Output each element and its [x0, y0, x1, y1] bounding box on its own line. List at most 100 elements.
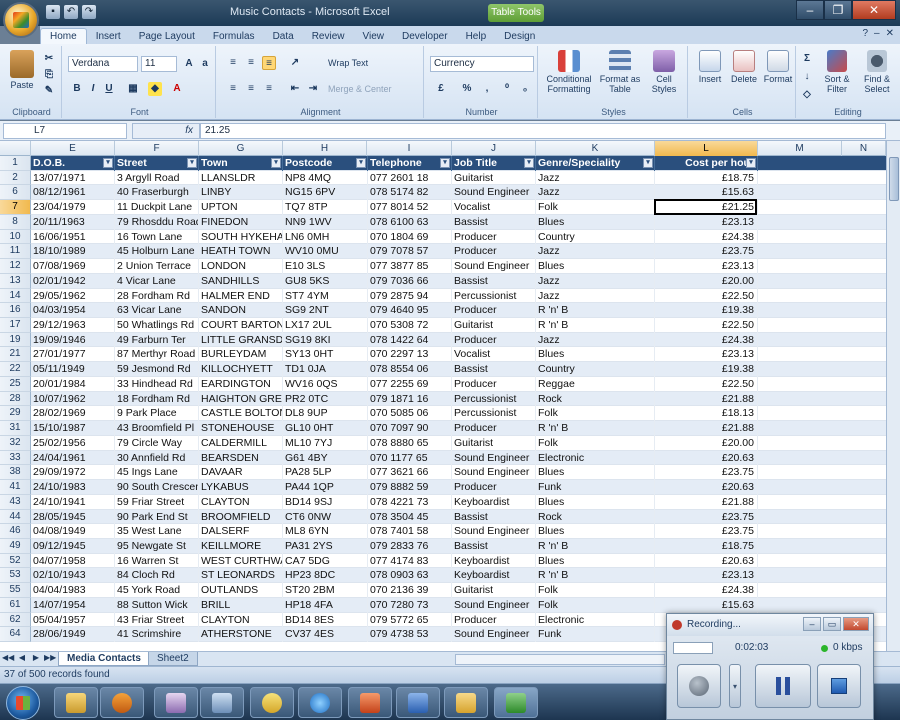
table-cell[interactable]: £23.75 — [655, 509, 758, 525]
fx-icon[interactable]: fx — [132, 123, 200, 139]
table-cell[interactable]: 077 2255 69 — [368, 376, 452, 392]
row-header[interactable]: 46 — [0, 524, 31, 539]
sheet-tab-media-contacts[interactable]: Media Contacts — [58, 652, 150, 666]
currency-format-button[interactable]: £ — [434, 82, 448, 96]
table-cell[interactable]: 24/10/1941 — [31, 494, 115, 510]
table-cell[interactable]: £23.75 — [655, 524, 758, 539]
filter-dropdown-icon[interactable]: ▾ — [271, 158, 281, 168]
row-header[interactable]: 22 — [0, 362, 31, 377]
table-cell[interactable]: 079 2833 76 — [368, 538, 452, 554]
table-cell[interactable]: ST20 2BM — [283, 583, 368, 598]
row-header[interactable]: 1 — [0, 156, 31, 171]
comma-format-button[interactable]: , — [480, 82, 494, 96]
table-cell[interactable]: Bassist — [452, 362, 536, 377]
row-header[interactable]: 8 — [0, 214, 31, 230]
recorder-restore-button[interactable]: ▭ — [823, 617, 841, 631]
table-cell[interactable]: 04/08/1949 — [31, 524, 115, 539]
row-header[interactable]: 38 — [0, 465, 31, 481]
table-cell[interactable]: R 'n' B — [536, 318, 655, 333]
tab-page-layout[interactable]: Page Layout — [130, 29, 204, 44]
table-cell[interactable]: Funk — [536, 627, 655, 643]
italic-button[interactable]: I — [86, 82, 100, 96]
table-cell[interactable]: Sound Engineer — [452, 597, 536, 613]
table-cell[interactable]: R 'n' B — [536, 568, 655, 584]
table-cell[interactable]: Producer — [452, 480, 536, 495]
table-cell[interactable]: Bassist — [452, 273, 536, 289]
column-heading[interactable]: Cost per hour ▾ — [655, 156, 758, 171]
table-cell[interactable]: £23.13 — [655, 347, 758, 363]
table-cell[interactable]: £23.75 — [655, 465, 758, 481]
filter-dropdown-icon[interactable]: ▾ — [643, 158, 653, 168]
table-cell[interactable]: G61 4BY — [283, 450, 368, 466]
table-cell[interactable]: EARDINGTON — [199, 376, 283, 392]
table-cell[interactable]: 07/08/1969 — [31, 259, 115, 274]
table-cell[interactable]: £18.13 — [655, 406, 758, 422]
table-cell[interactable]: £21.88 — [655, 494, 758, 510]
find-select-button[interactable]: Find & Select — [858, 50, 896, 94]
table-cell[interactable]: HP23 8DC — [283, 568, 368, 584]
prev-sheet-icon[interactable]: ◀ — [16, 653, 28, 662]
ribbon-close-icon[interactable]: ✕ — [886, 28, 894, 39]
table-cell[interactable]: E10 3LS — [283, 259, 368, 274]
table-cell[interactable]: 88 Sutton Wick — [115, 597, 199, 613]
recorder-minimize-button[interactable]: – — [803, 617, 821, 631]
table-cell[interactable]: 13/07/1971 — [31, 170, 115, 186]
table-cell[interactable]: £15.63 — [655, 597, 758, 613]
table-cell[interactable]: 16 Warren St — [115, 553, 199, 569]
copy-icon[interactable]: ⎘ — [42, 68, 56, 82]
table-cell[interactable]: HALMER END — [199, 288, 283, 304]
column-header-g[interactable]: G — [199, 141, 283, 156]
table-cell[interactable]: 070 5085 06 — [368, 406, 452, 422]
table-cell[interactable]: BRILL — [199, 597, 283, 613]
tab-view[interactable]: View — [353, 29, 393, 44]
table-cell[interactable]: Bassist — [452, 538, 536, 554]
table-cell[interactable]: 077 2601 18 — [368, 170, 452, 186]
table-cell[interactable]: Producer — [452, 332, 536, 348]
redo-icon[interactable]: ↷ — [82, 5, 96, 19]
table-cell[interactable]: SANDON — [199, 303, 283, 319]
format-cells-button[interactable]: Format — [762, 50, 794, 84]
table-cell[interactable]: £20.63 — [655, 450, 758, 466]
decrease-decimal-icon[interactable]: ₀ — [518, 82, 532, 96]
table-cell[interactable]: Percussionist — [452, 391, 536, 407]
row-header[interactable]: 61 — [0, 597, 31, 613]
table-cell[interactable]: £20.63 — [655, 553, 758, 569]
table-cell[interactable]: £21.88 — [655, 421, 758, 436]
table-cell[interactable]: 59 Jesmond Rd — [115, 362, 199, 377]
table-cell[interactable]: Keyboardist — [452, 553, 536, 569]
row-header[interactable]: 14 — [0, 288, 31, 304]
save-icon[interactable]: ▪ — [46, 5, 60, 19]
percent-format-button[interactable]: % — [460, 82, 474, 96]
table-cell[interactable]: DL8 9UP — [283, 406, 368, 422]
table-cell[interactable]: 28/05/1945 — [31, 509, 115, 525]
table-cell[interactable]: £20.00 — [655, 435, 758, 451]
table-cell[interactable]: 079 2875 94 — [368, 288, 452, 304]
table-cell[interactable]: 08/12/1961 — [31, 185, 115, 201]
recorder-options-button[interactable]: ▾ — [729, 664, 741, 708]
table-cell[interactable]: 20/01/1984 — [31, 376, 115, 392]
table-cell[interactable]: Blues — [536, 494, 655, 510]
table-cell[interactable]: ST LEONARDS — [199, 568, 283, 584]
record-button[interactable] — [677, 664, 721, 708]
table-cell[interactable]: Producer — [452, 303, 536, 319]
row-header[interactable]: 21 — [0, 347, 31, 363]
row-header[interactable]: 6 — [0, 185, 31, 201]
table-cell[interactable]: SANDHILLS — [199, 273, 283, 289]
table-cell[interactable]: 33 Hindhead Rd — [115, 376, 199, 392]
table-cell[interactable]: KILLOCHYETT — [199, 362, 283, 377]
table-cell[interactable]: £23.75 — [655, 244, 758, 260]
table-cell[interactable]: Keyboardist — [452, 568, 536, 584]
table-cell[interactable]: £23.13 — [655, 568, 758, 584]
table-cell[interactable]: £20.63 — [655, 480, 758, 495]
clear-icon[interactable]: ◇ — [800, 88, 814, 102]
table-cell[interactable]: 59 Friar Street — [115, 494, 199, 510]
table-cell[interactable]: Folk — [536, 583, 655, 598]
table-cell[interactable]: Percussionist — [452, 406, 536, 422]
table-cell[interactable]: Bassist — [452, 214, 536, 230]
table-cell[interactable]: 078 3504 45 — [368, 509, 452, 525]
table-cell[interactable]: Blues — [536, 347, 655, 363]
table-cell[interactable]: 95 Newgate St — [115, 538, 199, 554]
pause-button[interactable] — [755, 664, 811, 708]
table-cell[interactable]: 4 Vicar Lane — [115, 273, 199, 289]
table-cell[interactable]: 05/04/1957 — [31, 612, 115, 628]
